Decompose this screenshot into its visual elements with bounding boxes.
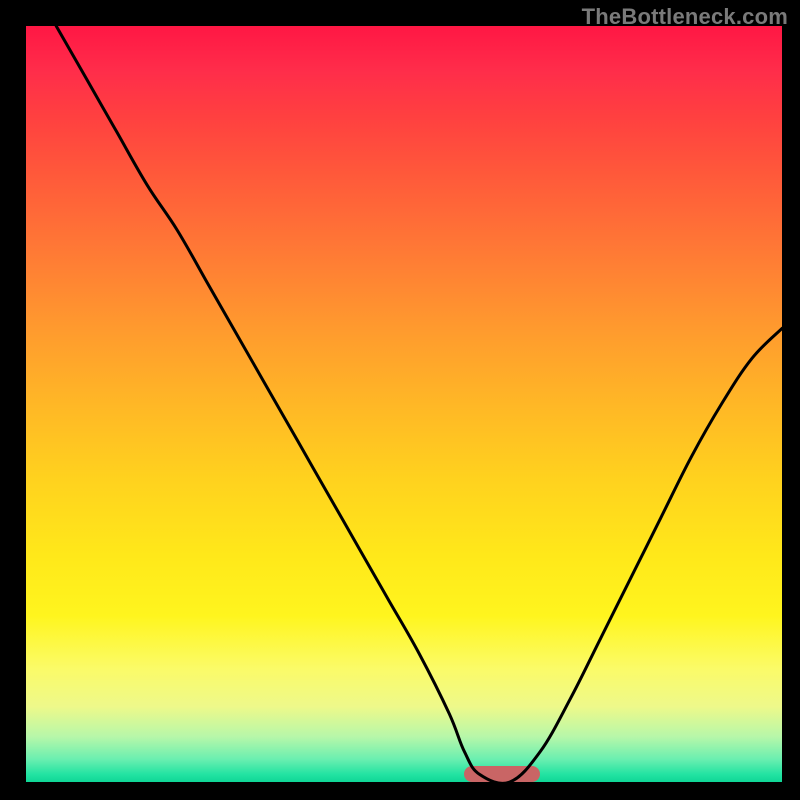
bottleneck-curve xyxy=(26,26,782,782)
chart-frame: TheBottleneck.com xyxy=(0,0,800,800)
plot-area xyxy=(26,26,782,782)
watermark-text: TheBottleneck.com xyxy=(582,4,788,30)
